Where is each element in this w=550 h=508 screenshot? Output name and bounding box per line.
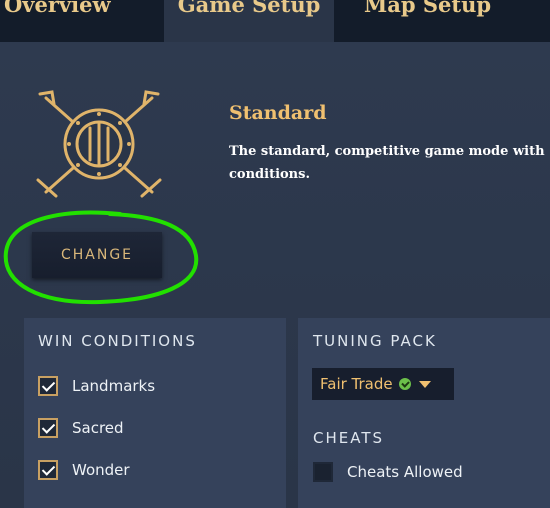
checkbox-sacred[interactable] (38, 418, 58, 438)
crossed-swords-shield-icon (36, 90, 162, 198)
checkbox-label: Cheats Allowed (347, 463, 463, 481)
checkbox-label: Wonder (72, 461, 130, 479)
tab-game-setup-label: Game Setup (177, 0, 321, 17)
win-condition-landmarks[interactable]: Landmarks (38, 374, 155, 398)
game-mode-title: Standard (229, 102, 327, 124)
tuning-pack-heading: TUNING PACK (313, 332, 437, 350)
checkbox-label: Sacred (72, 419, 124, 437)
checkbox-label: Landmarks (72, 377, 156, 395)
checkbox-landmarks[interactable] (38, 376, 58, 396)
tab-bar: Overview Game Setup Map Setup (0, 0, 550, 42)
win-condition-sacred[interactable]: Sacred (38, 416, 124, 440)
tab-map-setup[interactable]: Map Setup (334, 0, 550, 42)
tuning-pack-dropdown[interactable]: Fair Trade (312, 368, 454, 400)
green-check-icon (398, 378, 411, 390)
cheats-heading: CHEATS (313, 429, 385, 447)
change-button[interactable]: CHANGE (32, 232, 162, 278)
win-conditions-heading: WIN CONDITIONS (38, 332, 197, 350)
game-mode-description: The standard, competitive game mode with… (229, 144, 545, 182)
tuning-pack-selected: Fair Trade (320, 375, 393, 393)
tab-game-setup[interactable]: Game Setup (164, 0, 334, 42)
tab-map-setup-label: Map Setup (364, 0, 492, 17)
cheats-allowed-option[interactable]: Cheats Allowed (313, 460, 463, 484)
checkbox-wonder[interactable] (38, 460, 58, 480)
tab-overview[interactable]: Overview (0, 0, 164, 42)
tab-overview-label: Overview (4, 0, 111, 17)
win-condition-wonder[interactable]: Wonder (38, 458, 130, 482)
checkbox-cheats-allowed[interactable] (313, 462, 333, 482)
chevron-down-icon (418, 380, 431, 388)
